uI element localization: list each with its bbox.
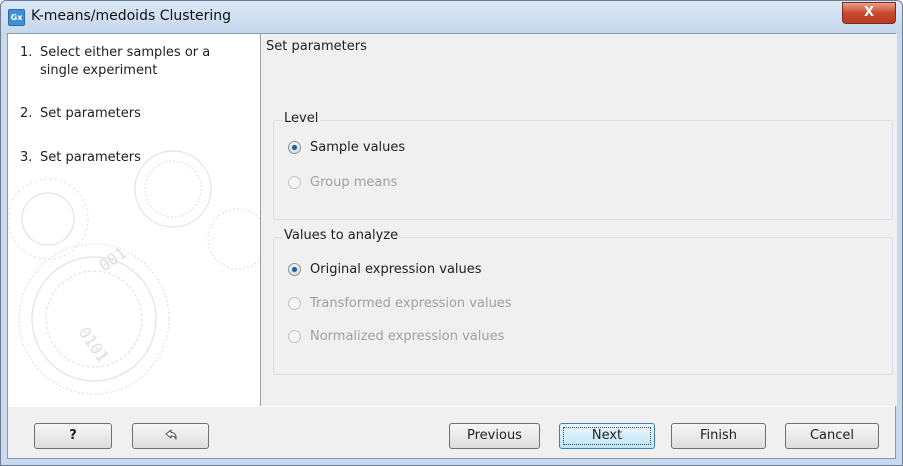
decorative-gear-watermark: 001 0101 <box>8 150 260 395</box>
reset-button[interactable] <box>132 423 209 449</box>
close-button[interactable]: X <box>842 2 896 24</box>
level-groupbox: Level Sample values Group means <box>273 111 893 220</box>
radio-selected-icon[interactable] <box>288 140 301 154</box>
values-option-original[interactable]: Original expression values <box>288 260 482 278</box>
level-legend: Level <box>282 111 321 126</box>
radio-disabled-icon <box>288 329 301 343</box>
parameters-panel: Set parameters Level Sample values Group… <box>262 34 897 406</box>
radio-label: Group means <box>310 174 398 190</box>
radio-selected-icon[interactable] <box>288 262 301 276</box>
values-option-transformed: Transformed expression values <box>288 294 512 312</box>
radio-label: Normalized expression values <box>310 328 505 344</box>
values-option-normalized: Normalized expression values <box>288 327 504 345</box>
wizard-steps-panel: 1. Select either samples or a single exp… <box>8 34 261 406</box>
help-button[interactable]: ? <box>34 423 112 449</box>
next-button[interactable]: Next <box>559 423 655 449</box>
step-number: 1. <box>20 45 33 60</box>
values-groupbox: Values to analyze Original expression va… <box>273 228 893 375</box>
radio-disabled-icon <box>288 296 301 310</box>
radio-disabled-icon <box>288 175 301 189</box>
title-bar[interactable]: Gx K-means/medoids Clustering X <box>1 1 902 33</box>
radio-label: Transformed expression values <box>310 295 512 311</box>
radio-label: Original expression values <box>310 261 482 277</box>
app-icon: Gx <box>8 9 25 26</box>
window-title: K-means/medoids Clustering <box>31 8 232 24</box>
previous-button[interactable]: Previous <box>449 423 540 449</box>
radio-label: Sample values <box>310 139 406 155</box>
finish-button[interactable]: Finish <box>671 423 766 449</box>
step-label: Set parameters <box>40 106 141 121</box>
level-option-group-means: Group means <box>288 173 397 191</box>
dialog-client-area: 1. Select either samples or a single exp… <box>7 33 897 459</box>
dialog-window: Gx K-means/medoids Clustering X 1. Selec… <box>0 0 903 466</box>
section-title: Set parameters <box>266 39 367 54</box>
reset-icon <box>165 429 177 440</box>
values-legend: Values to analyze <box>282 228 401 243</box>
level-option-sample-values[interactable]: Sample values <box>288 138 405 156</box>
dialog-button-bar: ? Previous Next Finish Cancel <box>8 406 895 458</box>
step-number: 2. <box>20 106 33 121</box>
svg-text:001: 001 <box>95 243 130 275</box>
cancel-button[interactable]: Cancel <box>785 423 879 449</box>
wizard-step-1: 1. Select either samples or a single exp… <box>20 44 250 80</box>
wizard-step-2: 2. Set parameters <box>20 105 250 123</box>
step-label: Select either samples or a single experi… <box>40 45 211 78</box>
focus-rectangle <box>563 427 651 445</box>
svg-text:0101: 0101 <box>75 323 113 365</box>
